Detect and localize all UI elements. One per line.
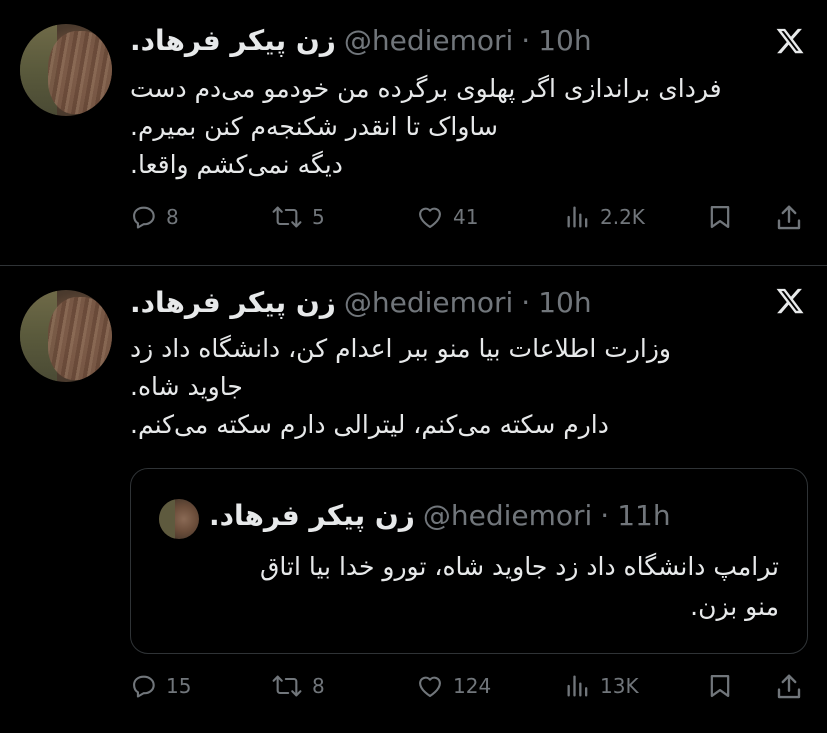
quoted-tweet-text: ترامپ دانشگاه داد زد جاوید شاه، تورو خدا… bbox=[159, 547, 779, 627]
author-handle[interactable]: @hediemori bbox=[344, 286, 513, 319]
like-count: 41 bbox=[453, 205, 479, 229]
bookmark-button[interactable] bbox=[706, 203, 734, 231]
x-logo-icon bbox=[776, 28, 804, 54]
reply-icon bbox=[133, 675, 155, 698]
share-icon bbox=[777, 205, 801, 230]
separator-dot: · bbox=[521, 24, 531, 57]
x-logo-icon bbox=[776, 288, 804, 314]
repost-icon bbox=[272, 206, 302, 228]
avatar[interactable] bbox=[20, 290, 112, 382]
heart-icon bbox=[419, 676, 441, 697]
like-count: 124 bbox=[453, 674, 492, 698]
tweet-text-line: فردای براندازی اگر پهلوی برگرده من خودمو… bbox=[130, 74, 722, 103]
bookmark-icon bbox=[710, 205, 730, 229]
quoted-author-handle: @hediemori bbox=[422, 499, 593, 532]
timestamp[interactable]: 10h bbox=[538, 24, 591, 57]
views-button[interactable]: 2.2K bbox=[564, 203, 645, 231]
tweet-text-line: وزارت اطلاعات بیا منو ببر اعدام کن، دانش… bbox=[130, 334, 672, 363]
like-button[interactable]: 41 bbox=[415, 203, 478, 231]
tweet-text: فردای براندازی اگر پهلوی برگرده من خودمو… bbox=[130, 70, 810, 184]
action-bar: 8 5 41 2.2K bbox=[130, 203, 810, 243]
quoted-text-line: ترامپ دانشگاه داد زد جاوید شاه، تورو خدا… bbox=[260, 552, 779, 581]
quoted-timestamp: 11h bbox=[617, 499, 671, 532]
avatar[interactable] bbox=[20, 24, 112, 116]
separator-dot: · bbox=[521, 286, 531, 319]
tweet-text-line: ساواک تا انقدر شکنجه‌م کنن بمیرم. bbox=[130, 112, 498, 141]
views-count: 13K bbox=[600, 674, 639, 698]
views-icon bbox=[567, 675, 588, 697]
reply-count: 8 bbox=[166, 205, 179, 229]
tweet[interactable]: زن پیکر فرهاد. @hediemori · 10h وزارت اط… bbox=[0, 266, 827, 733]
reply-count: 15 bbox=[166, 674, 192, 698]
heart-icon bbox=[419, 207, 441, 228]
bookmark-icon bbox=[710, 674, 730, 698]
views-button[interactable]: 13K bbox=[564, 672, 639, 700]
reply-button[interactable]: 8 bbox=[130, 203, 179, 231]
views-count: 2.2K bbox=[600, 205, 645, 229]
quoted-tweet[interactable]: زن پیکر فرهاد. @hediemori · 11h ترامپ دا… bbox=[130, 468, 808, 654]
author-name[interactable]: زن پیکر فرهاد. bbox=[130, 24, 336, 57]
quoted-tweet-header: زن پیکر فرهاد. @hediemori · 11h bbox=[209, 499, 671, 532]
reply-button[interactable]: 15 bbox=[130, 672, 191, 700]
author-handle[interactable]: @hediemori bbox=[344, 24, 513, 57]
share-button[interactable] bbox=[774, 203, 804, 233]
repost-icon bbox=[272, 675, 302, 697]
repost-count: 8 bbox=[312, 674, 325, 698]
timestamp[interactable]: 10h bbox=[538, 286, 591, 319]
share-button[interactable] bbox=[774, 672, 804, 702]
separator-dot: · bbox=[600, 499, 610, 532]
action-bar: 15 8 124 13K bbox=[130, 672, 810, 712]
tweet-header: زن پیکر فرهاد. @hediemori · 10h bbox=[130, 24, 592, 57]
views-icon bbox=[567, 206, 588, 228]
quoted-author-name: زن پیکر فرهاد. bbox=[209, 499, 415, 532]
repost-count: 5 bbox=[312, 205, 325, 229]
share-icon bbox=[777, 674, 801, 699]
tweet-text-line: دیگه نمی‌کشم واقعا. bbox=[130, 150, 343, 179]
author-name[interactable]: زن پیکر فرهاد. bbox=[130, 286, 336, 319]
tweet-text-line: جاوید شاه. bbox=[130, 372, 243, 401]
reply-icon bbox=[133, 206, 155, 229]
tweet-text: وزارت اطلاعات بیا منو ببر اعدام کن، دانش… bbox=[130, 330, 810, 444]
quoted-avatar bbox=[159, 499, 199, 539]
tweet-text-line: دارم سکته می‌کنم، لیترالی دارم سکته می‌ک… bbox=[130, 410, 609, 439]
tweet[interactable]: زن پیکر فرهاد. @hediemori · 10h فردای بر… bbox=[0, 0, 827, 265]
repost-button[interactable]: 5 bbox=[270, 203, 325, 231]
like-button[interactable]: 124 bbox=[415, 672, 491, 700]
tweet-header: زن پیکر فرهاد. @hediemori · 10h bbox=[130, 286, 592, 319]
quoted-text-line: منو بزن. bbox=[690, 592, 779, 621]
repost-button[interactable]: 8 bbox=[270, 672, 325, 700]
bookmark-button[interactable] bbox=[706, 672, 734, 700]
